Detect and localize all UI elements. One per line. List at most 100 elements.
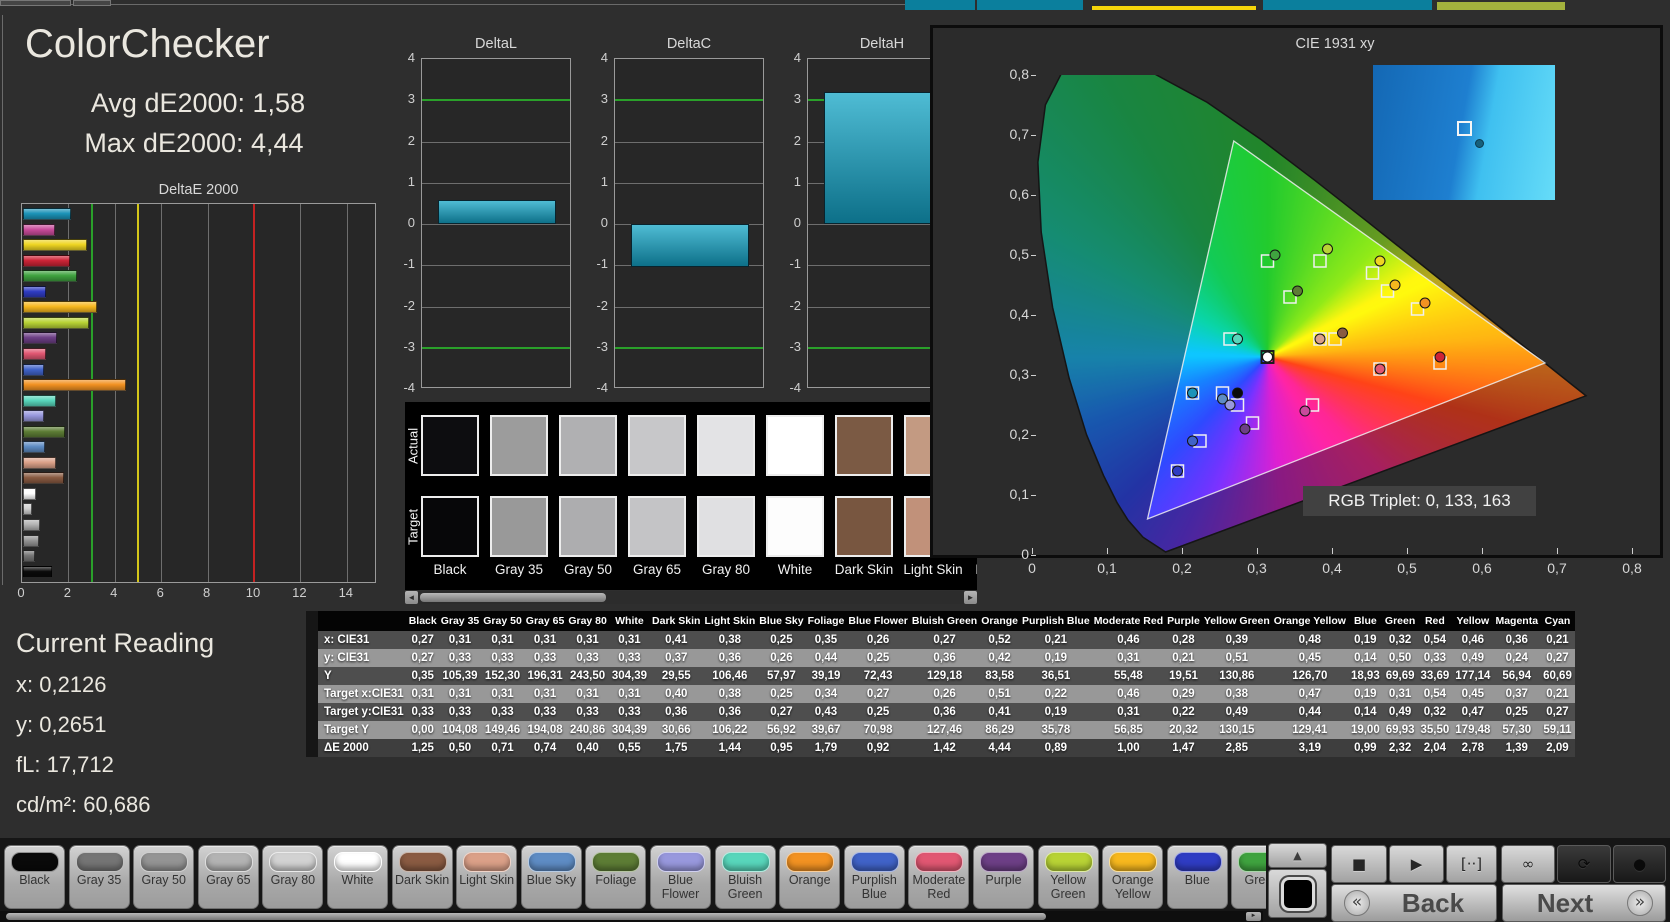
patch-button-black[interactable]: Black <box>4 845 65 909</box>
patch-button-light-skin[interactable]: Light Skin <box>456 845 518 909</box>
patch-button-gray-35[interactable]: Gray 35 <box>68 845 130 909</box>
window-tab-left[interactable] <box>0 0 71 6</box>
deltae-bar-blue <box>23 285 46 298</box>
window-tab-left2[interactable] <box>73 0 111 6</box>
swatch-scroll-left-icon[interactable]: ◄ <box>405 591 418 604</box>
workflow-strip-teal-1b[interactable] <box>977 0 1083 10</box>
deltae-bar-gray-50 <box>23 534 40 547</box>
patch-button-dark-skin[interactable]: Dark Skin <box>391 845 453 909</box>
swatch-actual-gray-35 <box>490 415 548 476</box>
target-row-label: Target <box>405 508 421 545</box>
patch-button-blue[interactable]: Blue <box>1166 845 1228 909</box>
patch-button-blue-sky[interactable]: Blue Sky <box>520 845 582 909</box>
workflow-strip-teal-2[interactable] <box>1263 0 1432 10</box>
workflow-strip-yellow[interactable] <box>1092 6 1256 10</box>
results-table-wrap: Black Gray 35 Gray 50 Gray 65 Gray 80 White Da… <box>306 611 1575 757</box>
deltae-bar-moderate-red <box>23 347 47 360</box>
table-col-yellow: Yellow <box>1452 611 1494 631</box>
deltae-bar-blue-flower <box>23 410 45 423</box>
deltae-refline-5 <box>137 204 139 582</box>
patch-button-blue-flower[interactable]: Blue Flower <box>650 845 711 909</box>
workflow-strip-teal-1[interactable] <box>905 0 975 10</box>
swatch-scroll-thumb[interactable] <box>420 593 606 602</box>
table-row-tY: Target Y 0,00 104,08 149,46 194,08 240,86 304,… <box>318 721 1575 739</box>
cie-title: CIE 1931 xy <box>1295 36 1375 52</box>
frame-advance-button[interactable]: [··] <box>1446 845 1497 883</box>
table-col-yellow-green: Yellow Green <box>1201 611 1272 631</box>
loop-button[interactable]: ∞ <box>1501 845 1555 883</box>
cie-target-yellow-green <box>1313 254 1327 268</box>
table-col-light-skin: Light Skin <box>702 611 758 631</box>
table-row-Y: Y 0,35 105,39 152,30 196,31 243,50 304,39 29,55… <box>318 667 1575 685</box>
patch-button-moderate-red[interactable]: Moderate Red <box>908 845 970 909</box>
window-top-line <box>0 4 908 5</box>
patch-button-white[interactable]: White <box>327 845 388 909</box>
patch-button-yellow-green[interactable]: Yellow Green <box>1037 845 1099 909</box>
table-row-x: x: CIE31 0,27 0,31 0,31 0,31 0,31 0,31 0,41 0,38… <box>318 631 1575 649</box>
table-col-orange-yellow: Orange Yellow <box>1271 611 1348 631</box>
back-arrow-icon: « <box>1344 890 1370 916</box>
patch-window-button[interactable] <box>1268 869 1327 918</box>
patch-button-purple[interactable]: Purple <box>973 845 1034 909</box>
back-button[interactable]: « Back <box>1331 884 1497 922</box>
swatch-scrollbar[interactable]: ◄ ► <box>405 591 977 604</box>
swatch-actual-gray-65 <box>628 415 686 476</box>
next-button[interactable]: Next » <box>1502 884 1666 922</box>
patch-button-orange-yellow[interactable]: Orange Yellow <box>1102 845 1164 909</box>
patch-button-label: Blue <box>1184 873 1210 887</box>
patch-button-gray-50[interactable]: Gray 50 <box>133 845 195 909</box>
play-button[interactable]: ▶ <box>1389 845 1444 883</box>
refresh-button[interactable]: ⟳ <box>1557 845 1611 883</box>
workflow-strip-olive[interactable] <box>1437 2 1565 10</box>
patch-button-gray-65[interactable]: Gray 65 <box>197 845 259 909</box>
patch-button-orange[interactable]: Orange <box>779 845 841 909</box>
patch-color-chip <box>721 852 770 872</box>
patch-color-chip <box>398 852 447 872</box>
patch-button-gray-80[interactable]: Gray 80 <box>262 845 324 909</box>
patch-color-chip <box>1173 852 1222 872</box>
patch-button-label: Gray 65 <box>206 873 251 887</box>
avg-de2000: Avg dE2000: 1,58 <box>90 88 306 118</box>
back-label: Back <box>1401 887 1465 918</box>
patch-button-label: Blue Flower <box>661 873 700 901</box>
patch-row-scrollbar[interactable]: ► <box>0 911 1263 922</box>
record-button[interactable]: ● <box>1613 845 1666 883</box>
patch-button-label: Foliage <box>595 873 637 887</box>
patch-button-label: Bluish Green <box>727 873 763 901</box>
patch-scroll-right-icon[interactable]: ► <box>1246 912 1261 921</box>
stop-button[interactable]: ■ <box>1331 845 1387 883</box>
patch-color-chip <box>592 852 641 872</box>
patch-button-label: Light Skin <box>459 873 515 887</box>
patch-button-green[interactable]: Green <box>1231 845 1266 909</box>
patch-button-label: Dark Skin <box>395 873 450 887</box>
table-col-dark-skin: Dark Skin <box>650 611 703 631</box>
patch-button-label: Green <box>1244 873 1266 887</box>
patch-color-chip <box>1109 852 1158 872</box>
deltae-bar-blue-sky <box>23 441 46 454</box>
table-col-magenta: Magenta <box>1493 611 1541 631</box>
swatch-scroll-right-icon[interactable]: ► <box>964 591 977 604</box>
patch-button-label: Gray 80 <box>270 873 316 887</box>
patch-button-bluish-green[interactable]: Bluish Green <box>714 845 776 909</box>
patch-color-chip <box>269 852 318 872</box>
cie-measured-magenta <box>1299 405 1311 417</box>
swatch-label: Blue Sky <box>971 562 977 577</box>
patch-scroll-thumb[interactable] <box>6 913 1046 920</box>
cie-measured-moderate-red <box>1374 363 1386 375</box>
deltae-x-axis: 0 2 4 6 8 10 12 14 <box>17 585 354 600</box>
patch-button-foliage[interactable]: Foliage <box>585 845 647 909</box>
patch-window-up-button[interactable]: ▲ <box>1268 843 1327 868</box>
table-col-foliage: Foliage <box>805 611 847 631</box>
patch-button-purplish-blue[interactable]: Purplish Blue <box>843 845 905 909</box>
patch-color-chip <box>657 852 705 872</box>
record-icon: ● <box>1632 855 1647 873</box>
deltae-bar-magenta <box>23 223 56 236</box>
inset-target-square <box>1457 121 1472 136</box>
patch-color-chip <box>850 852 899 872</box>
swatch-actual-white <box>766 415 824 476</box>
swatch-comparison-panel: Actual Target Black Gray 35 Gray 50 Gray 65… <box>405 402 977 590</box>
patch-button-label: Orange <box>788 873 831 887</box>
mini-bar-deltac <box>631 224 749 268</box>
swatch-actual-dark-skin <box>835 415 893 476</box>
swatch-label: Black <box>433 562 467 577</box>
